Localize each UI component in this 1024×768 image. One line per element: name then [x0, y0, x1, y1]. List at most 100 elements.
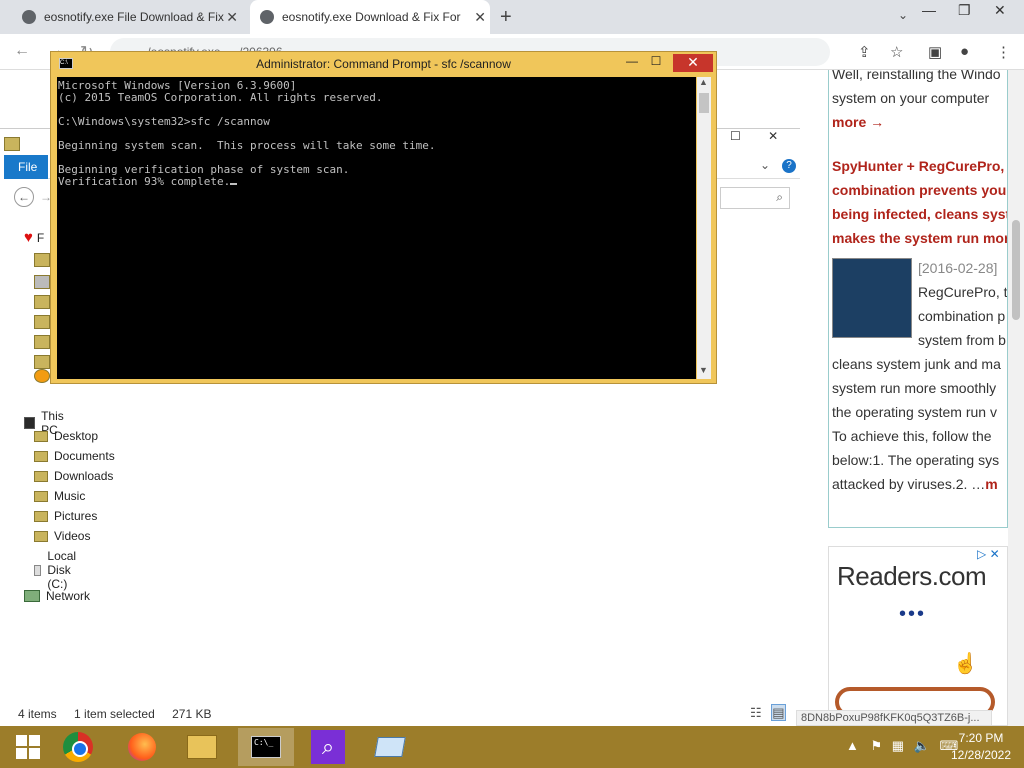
tree-item-downloads[interactable]: Downloads — [34, 469, 113, 483]
headline-line[interactable]: combination prevents you — [832, 182, 1006, 198]
page-scrollbar[interactable] — [1008, 70, 1024, 726]
volume-icon[interactable]: 🔈 — [914, 738, 930, 753]
taskbar-command-prompt[interactable]: C:\_ — [238, 728, 294, 766]
article-text: system on your computer — [832, 90, 990, 106]
minimize-icon[interactable]: — — [922, 2, 936, 18]
tree-item-label: Pictures — [54, 509, 98, 523]
ribbon-expand-chevron-icon[interactable]: ⌄ — [760, 158, 770, 172]
taskbar-chrome[interactable] — [50, 728, 106, 766]
scrollbar-thumb[interactable] — [699, 93, 709, 113]
progress-text: Verification 93% complete. — [58, 175, 231, 188]
tree-item-label: Music — [54, 489, 86, 503]
selected-size: 271 KB — [172, 707, 212, 721]
more-link[interactable]: more → — [832, 114, 884, 130]
folder-icon — [34, 335, 50, 349]
tab-search-chevron-icon[interactable]: ⌄ — [898, 8, 908, 22]
close-icon[interactable]: ✕ — [768, 129, 778, 143]
close-tab-icon[interactable]: ✕ — [226, 9, 238, 26]
explorer-window-controls: ☐ ✕ — [730, 129, 778, 143]
maximize-icon[interactable]: ☐ — [649, 54, 663, 72]
network-tray-icon[interactable]: ▦ — [892, 738, 904, 753]
back-arrow-icon[interactable]: ← — [14, 42, 30, 60]
headline-line[interactable]: makes the system run mor — [832, 230, 1007, 246]
clock-date: 12/28/2022 — [950, 748, 1012, 762]
tree-item-label: Local Disk (C:) — [47, 549, 77, 591]
console-line: (c) 2015 TeamOS Corporation. All rights … — [58, 91, 383, 104]
restore-icon[interactable]: ❐ — [958, 2, 971, 19]
globe-icon — [260, 10, 274, 24]
tree-item-desktop[interactable]: Desktop — [34, 429, 98, 443]
large-icons-view-icon[interactable]: ▤ — [771, 704, 786, 721]
maximize-icon[interactable]: ☐ — [730, 129, 741, 143]
article-text-part: attacked by viruses.2. … — [832, 476, 986, 492]
magnifier-icon: ⌕ — [311, 730, 345, 764]
ad-choices-icon[interactable]: ▷ ✕ — [977, 547, 1000, 561]
command-prompt-icon: C:\_ — [251, 736, 281, 758]
close-icon[interactable]: ✕ — [994, 2, 1006, 19]
system-tray: ▲ ⚑ ▦ 🔈 ⌨ — [846, 738, 958, 754]
share-icon[interactable]: ⇪ — [858, 43, 871, 61]
tree-item-videos[interactable]: Videos — [34, 529, 90, 543]
taskbar-file-explorer[interactable] — [174, 728, 230, 766]
scrollbar-thumb[interactable] — [1012, 220, 1020, 320]
headline-line[interactable]: SpyHunter + RegCurePro, t — [832, 158, 1007, 174]
chrome-icon — [63, 732, 93, 762]
minimize-icon[interactable]: — — [625, 54, 639, 72]
documents-folder-icon — [34, 450, 48, 462]
browser-tab-1[interactable]: eosnotify.exe File Download & Fix ✕ — [22, 0, 242, 34]
article-text: below:1. The operating sys — [832, 452, 1000, 468]
search-icon[interactable]: ⌕ — [720, 187, 790, 209]
bookmark-star-icon[interactable]: ☆ — [890, 43, 903, 61]
close-icon[interactable]: ✕ — [673, 54, 713, 72]
scroll-up-icon[interactable]: ▲ — [699, 77, 708, 87]
desktop-folder-icon — [34, 430, 48, 442]
start-button[interactable] — [0, 728, 56, 766]
new-tab-button[interactable]: + — [500, 6, 512, 29]
favorites-item[interactable]: ♥ F — [24, 229, 44, 246]
link-status-url: 8DN8bPoxuP98fKFK0q5Q3TZ6B-j... — [796, 710, 992, 726]
article-text: combination p — [918, 308, 1006, 324]
details-view-icon[interactable]: ☷ — [750, 705, 762, 720]
taskbar-clock[interactable]: 7:20 PM 12/28/2022 — [946, 730, 1016, 764]
tree-item-pictures[interactable]: Pictures — [34, 509, 97, 523]
explorer-status-bar: 4 items 1 item selected 271 KB — [18, 707, 225, 721]
console-output[interactable]: Microsoft Windows [Version 6.3.9600] (c) … — [57, 77, 696, 379]
file-explorer-icon — [187, 735, 217, 759]
file-tab[interactable]: File — [4, 155, 48, 179]
console-line: Beginning system scan. This process will… — [58, 139, 436, 152]
show-hidden-icons-icon[interactable]: ▲ — [846, 738, 859, 753]
taskbar-remote-desktop[interactable] — [362, 728, 418, 766]
tree-item-local-disk[interactable]: Local Disk (C:) — [34, 549, 83, 591]
close-tab-icon[interactable]: ✕ — [474, 9, 486, 26]
side-panel-icon[interactable]: ▣ — [928, 43, 942, 61]
menu-dots-icon[interactable]: ⋮ — [996, 43, 1011, 61]
help-icon[interactable]: ? — [782, 159, 796, 173]
advertisement[interactable]: ▷ ✕ Readers.com ••• ☝ — [828, 546, 1008, 726]
tree-item-documents[interactable]: Documents — [34, 449, 115, 463]
article-card: Well, reinstalling the Windo system on y… — [828, 70, 1008, 528]
tree-item-music[interactable]: Music — [34, 489, 85, 503]
headline-line[interactable]: being infected, cleans syst — [832, 206, 1007, 222]
article-text: attacked by viruses.2. …m — [832, 476, 998, 492]
tab-title: eosnotify.exe File Download & Fix — [44, 10, 224, 24]
article-text: RegCurePro, t — [918, 284, 1008, 300]
more-link[interactable]: m — [985, 476, 997, 492]
back-arrow-icon[interactable]: ← — [14, 187, 34, 207]
taskbar-search-app[interactable]: ⌕ — [300, 728, 356, 766]
taskbar: C:\_ ⌕ ▲ ⚑ ▦ 🔈 ⌨ 7:20 PM 12/28/2022 — [0, 726, 1024, 768]
browser-tab-2[interactable]: eosnotify.exe Download & Fix For ✕ — [250, 0, 490, 34]
scroll-down-icon[interactable]: ▼ — [699, 365, 708, 375]
article-thumbnail[interactable] — [832, 258, 912, 338]
cmd-scrollbar[interactable]: ▲ ▼ — [697, 77, 711, 379]
computer-icon — [24, 417, 36, 429]
music-folder-icon — [34, 490, 48, 502]
article-date: [2016-02-28] — [918, 260, 998, 276]
globe-icon — [22, 10, 36, 24]
windows-logo-icon — [16, 735, 40, 759]
profile-avatar-icon[interactable]: ● — [960, 43, 969, 60]
command-prompt-window: C:\ Administrator: Command Prompt - sfc … — [50, 51, 717, 384]
tree-item-network[interactable]: Network — [24, 589, 90, 603]
taskbar-firefox[interactable] — [114, 728, 170, 766]
folder-icon — [34, 275, 50, 289]
action-center-flag-icon[interactable]: ⚑ — [871, 738, 883, 753]
